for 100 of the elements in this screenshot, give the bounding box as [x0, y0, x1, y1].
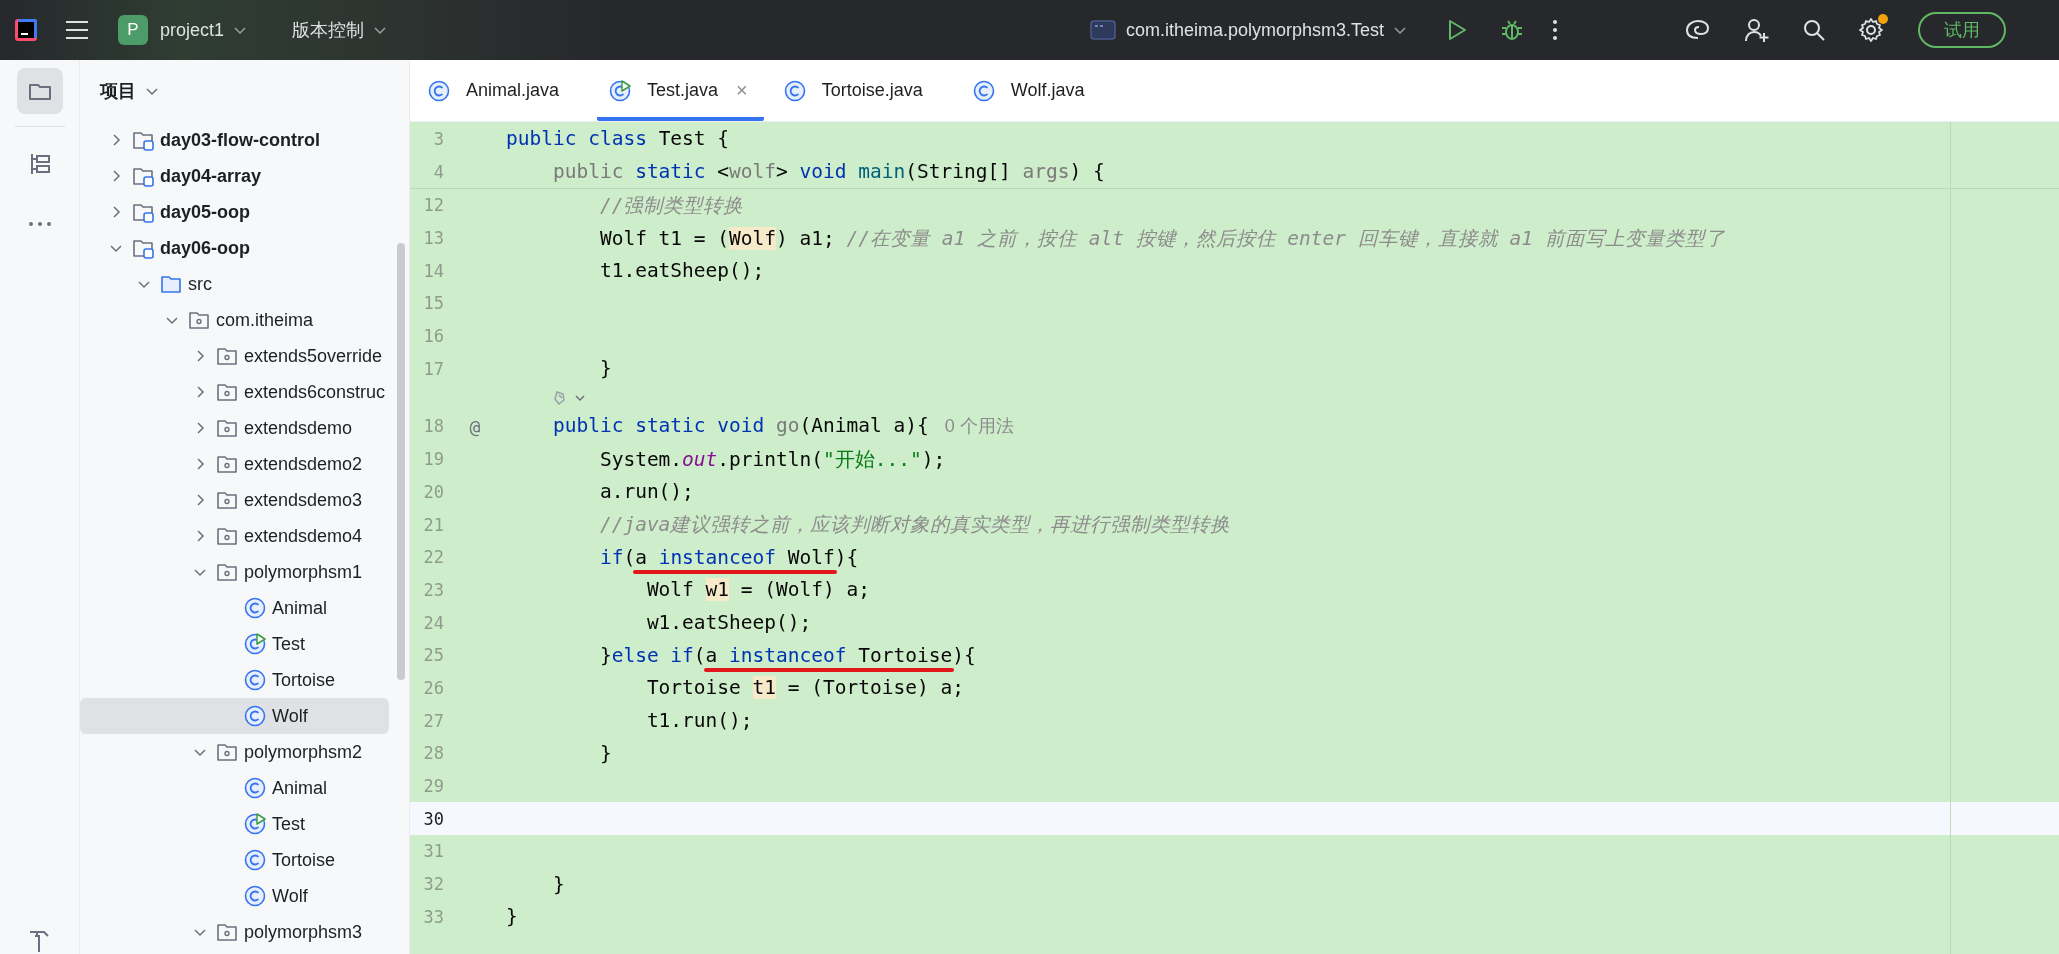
line-number: 29 — [422, 776, 444, 797]
editor-tab[interactable]: Wolf.java — [972, 60, 1115, 121]
project-badge: P — [118, 15, 148, 45]
tree-item[interactable]: extends6construc — [80, 374, 389, 410]
menu-icon[interactable] — [64, 19, 90, 41]
tree-item[interactable]: Tortoise — [80, 662, 389, 698]
project-menu[interactable]: P project1 — [118, 15, 249, 45]
tree-item[interactable]: day05-oop — [80, 194, 389, 230]
code-line: //java建议强转之前，应该判断对象的真实类型，再进行强制类型转换 — [598, 512, 1231, 539]
code-line: Wolf w1 = (Wolf) a; — [645, 578, 870, 602]
code-line: t1.run(); — [645, 709, 753, 733]
add-user-icon[interactable] — [1744, 17, 1770, 43]
vcs-menu[interactable]: 版本控制 — [292, 18, 389, 42]
line-number: 30 — [422, 808, 444, 829]
class-icon — [244, 777, 266, 799]
more-icon[interactable] — [1552, 18, 1558, 42]
swirl-icon[interactable] — [1684, 18, 1712, 42]
class-run-icon — [609, 79, 632, 102]
class-icon — [244, 885, 266, 907]
line-number: 12 — [422, 195, 444, 216]
class-run-icon — [244, 633, 266, 655]
panel-title-menu[interactable]: 项目 — [100, 79, 160, 103]
editor-tab[interactable]: Animal.java — [428, 60, 590, 121]
line-number: 32 — [422, 874, 444, 895]
line-number: 27 — [422, 710, 444, 731]
tree-item[interactable]: src — [80, 266, 389, 302]
line-number: 4 — [432, 161, 444, 182]
tree-item[interactable]: day04-array — [80, 158, 389, 194]
scrollbar[interactable] — [397, 243, 405, 680]
line-number: 14 — [422, 260, 444, 281]
tree-item[interactable]: polymorphsm1 — [80, 554, 389, 590]
class-icon — [244, 597, 266, 619]
line-number: 16 — [422, 326, 444, 347]
line-number: 17 — [422, 358, 444, 379]
search-icon[interactable] — [1802, 18, 1826, 42]
tree-item[interactable]: extendsdemo3 — [80, 482, 389, 518]
code-line: public static void go(Animal a){ 0 个用法 — [551, 414, 1014, 439]
code-line: if(a instanceof Wolf){ — [506, 545, 859, 569]
package-icon — [216, 921, 238, 943]
line-number: 20 — [422, 481, 444, 502]
tree-item[interactable]: extendsdemo2 — [80, 446, 389, 482]
code-line: } — [598, 357, 612, 381]
tree-item[interactable]: extendsdemo4 — [80, 518, 389, 554]
class-run-icon — [244, 813, 266, 835]
code-line: Wolf t1 = (Wolf) a1; //在变量 a1 之前，按住 alt 按键，然后按住 enter 回车键，直接就 a1 前面写上变量类型了 — [598, 225, 1725, 252]
code-line: Tortoise t1 = (Tortoise) a; — [645, 676, 964, 700]
tool-window-button[interactable] — [16, 68, 63, 114]
tree-item[interactable]: day03-flow-control — [80, 122, 389, 158]
bug-icon[interactable] — [1500, 18, 1524, 42]
line-number: 33 — [422, 906, 444, 927]
tree-item[interactable]: polymorphsm3 — [80, 914, 389, 950]
package-icon — [216, 345, 238, 367]
tree-item[interactable]: Wolf — [80, 878, 389, 914]
package-icon — [216, 741, 238, 763]
code-line: t1.eatSheep(); — [598, 259, 765, 283]
code-line: } — [598, 741, 612, 765]
code-line: public static <wolf> void main(String[] args) { — [551, 160, 1105, 183]
tree-item[interactable]: com.itheima — [80, 302, 389, 338]
line-number: 19 — [422, 449, 444, 470]
line-number: 18 — [422, 416, 444, 437]
line-number: 26 — [422, 677, 444, 698]
editor-tab[interactable]: Tortoise.java — [783, 60, 953, 121]
tree-item[interactable]: Test — [80, 626, 389, 662]
class-icon — [244, 669, 266, 691]
tree-item[interactable]: Animal — [80, 590, 389, 626]
package-icon — [216, 525, 238, 547]
code-line: public class Test { — [506, 127, 730, 150]
line-number: 28 — [422, 743, 444, 764]
line-number: 15 — [422, 293, 444, 314]
tree-item[interactable]: extendsdemo — [80, 410, 389, 446]
code-line: //强制类型转换 — [598, 192, 744, 219]
code-line: } — [506, 905, 518, 929]
line-number: 21 — [422, 514, 444, 535]
tree-item[interactable]: polymorphsm2 — [80, 734, 389, 770]
package-icon — [216, 561, 238, 583]
implements-marker[interactable]: @ — [469, 415, 481, 437]
tree-item[interactable]: extends5override — [80, 338, 389, 374]
class-icon — [783, 79, 806, 102]
app-logo[interactable] — [14, 18, 38, 42]
tree-item[interactable]: Tortoise — [80, 842, 389, 878]
tree-item[interactable]: Animal — [80, 770, 389, 806]
run-icon[interactable] — [1446, 18, 1468, 42]
code-line: w1.eatSheep(); — [645, 611, 812, 635]
class-icon — [428, 79, 450, 102]
line-number: 25 — [422, 645, 444, 666]
line-number: 31 — [422, 841, 444, 862]
module-folder-icon — [132, 201, 154, 223]
more-icon — [26, 221, 53, 227]
package-icon — [216, 453, 238, 475]
line-number: 22 — [422, 547, 444, 568]
package-icon — [216, 489, 238, 511]
tree-item[interactable]: Wolf — [80, 698, 389, 734]
tree-item[interactable]: day06-oop — [80, 230, 389, 266]
code-line: System.out.println("开始..."); — [598, 446, 946, 473]
run-configuration[interactable]: com.itheima.polymorphsm3.Test — [1089, 19, 1408, 41]
settings-icon[interactable] — [1858, 17, 1884, 43]
tree-item[interactable]: Test — [80, 806, 389, 842]
line-number: 13 — [422, 228, 444, 249]
package-icon — [216, 417, 238, 439]
trial-button[interactable]: 试用 — [1918, 12, 2006, 48]
